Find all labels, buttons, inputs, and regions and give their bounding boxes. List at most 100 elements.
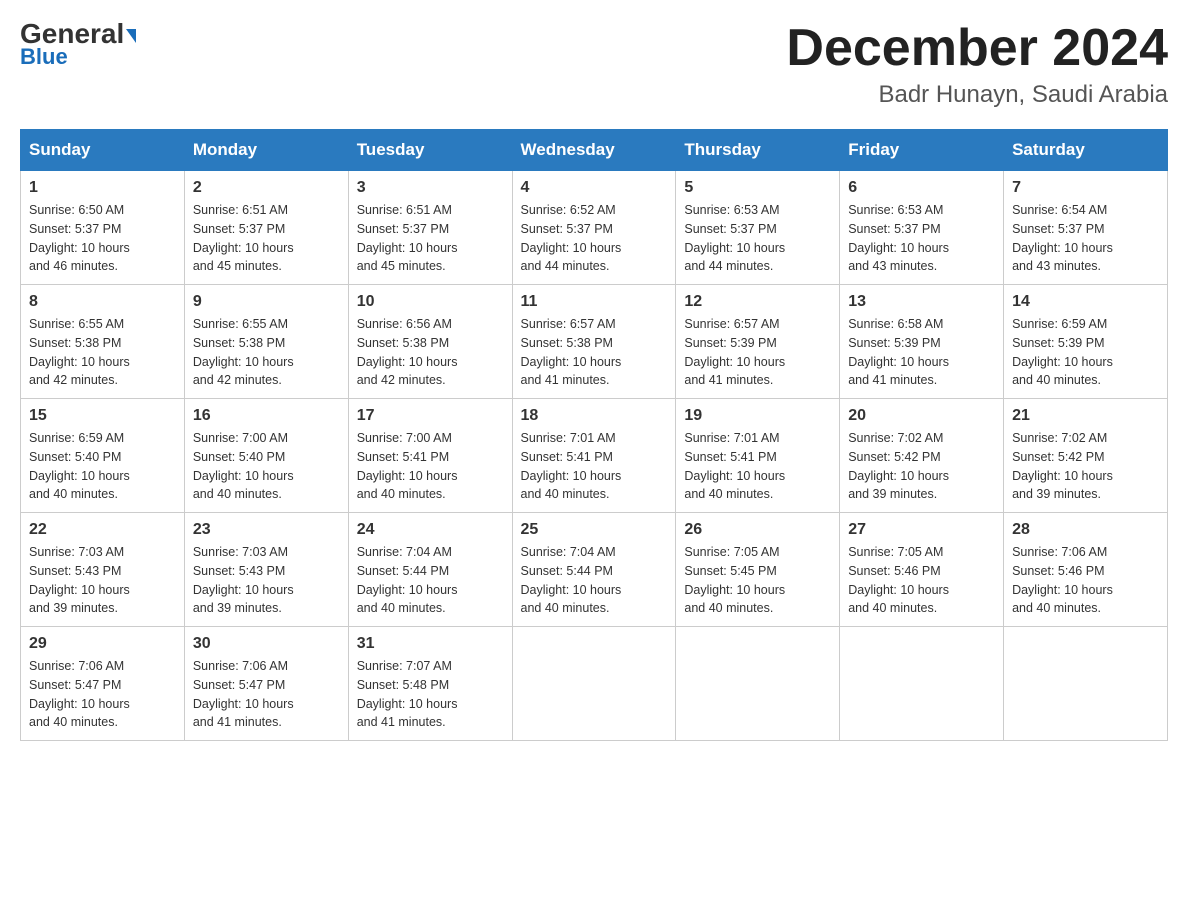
logo-triangle-icon (126, 29, 136, 43)
day-info: Sunrise: 6:54 AMSunset: 5:37 PMDaylight:… (1012, 201, 1159, 276)
day-info: Sunrise: 7:01 AMSunset: 5:41 PMDaylight:… (521, 429, 668, 504)
table-row: 4 Sunrise: 6:52 AMSunset: 5:37 PMDaylight… (512, 171, 676, 285)
day-number: 18 (521, 407, 668, 425)
table-row (676, 627, 840, 741)
table-row: 30 Sunrise: 7:06 AMSunset: 5:47 PMDayligh… (184, 627, 348, 741)
day-number: 31 (357, 635, 504, 653)
table-row: 14 Sunrise: 6:59 AMSunset: 5:39 PMDayligh… (1004, 285, 1168, 399)
day-info: Sunrise: 7:04 AMSunset: 5:44 PMDaylight:… (521, 543, 668, 618)
day-number: 7 (1012, 179, 1159, 197)
table-row: 1 Sunrise: 6:50 AMSunset: 5:37 PMDaylight… (21, 171, 185, 285)
day-number: 3 (357, 179, 504, 197)
table-row (512, 627, 676, 741)
table-row: 26Sunrise: 7:05 AMSunset: 5:45 PMDayligh… (676, 513, 840, 627)
day-number: 24 (357, 521, 504, 539)
table-row: 13Sunrise: 6:58 AMSunset: 5:39 PMDayligh… (840, 285, 1004, 399)
day-info: Sunrise: 6:51 AMSunset: 5:37 PMDaylight:… (193, 201, 340, 276)
day-number: 9 (193, 293, 340, 311)
day-number: 29 (29, 635, 176, 653)
day-info: Sunrise: 7:02 AMSunset: 5:42 PMDaylight:… (848, 429, 995, 504)
day-info: Sunrise: 6:57 AMSunset: 5:39 PMDaylight:… (684, 315, 831, 390)
table-row (840, 627, 1004, 741)
day-info: Sunrise: 6:59 AMSunset: 5:40 PMDaylight:… (29, 429, 176, 504)
day-info: Sunrise: 7:06 AMSunset: 5:47 PMDaylight:… (193, 657, 340, 732)
table-row: 11Sunrise: 6:57 AMSunset: 5:38 PMDayligh… (512, 285, 676, 399)
day-info: Sunrise: 6:58 AMSunset: 5:39 PMDaylight:… (848, 315, 995, 390)
day-info: Sunrise: 7:05 AMSunset: 5:46 PMDaylight:… (848, 543, 995, 618)
day-info: Sunrise: 6:56 AMSunset: 5:38 PMDaylight:… (357, 315, 504, 390)
day-number: 22 (29, 521, 176, 539)
table-row: 2 Sunrise: 6:51 AMSunset: 5:37 PMDaylight… (184, 171, 348, 285)
day-number: 17 (357, 407, 504, 425)
day-info: Sunrise: 7:03 AMSunset: 5:43 PMDaylight:… (29, 543, 176, 618)
header-row: Sunday Monday Tuesday Wednesday Thursday… (21, 130, 1168, 171)
calendar-header: Sunday Monday Tuesday Wednesday Thursday… (21, 130, 1168, 171)
day-number: 15 (29, 407, 176, 425)
table-row: 19 Sunrise: 7:01 AMSunset: 5:41 PMDayligh… (676, 399, 840, 513)
day-number: 12 (684, 293, 831, 311)
day-info: Sunrise: 6:59 AMSunset: 5:39 PMDaylight:… (1012, 315, 1159, 390)
page-header: General Blue December 2024 Badr Hunayn, … (20, 20, 1168, 109)
header-friday: Friday (840, 130, 1004, 171)
calendar-week-5: 29 Sunrise: 7:06 AMSunset: 5:47 PMDayligh… (21, 627, 1168, 741)
title-block: December 2024 Badr Hunayn, Saudi Arabia (786, 20, 1168, 109)
day-info: Sunrise: 7:01 AMSunset: 5:41 PMDaylight:… (684, 429, 831, 504)
table-row: 17 Sunrise: 7:00 AMSunset: 5:41 PMDayligh… (348, 399, 512, 513)
table-row: 10Sunrise: 6:56 AMSunset: 5:38 PMDayligh… (348, 285, 512, 399)
table-row: 5 Sunrise: 6:53 AMSunset: 5:37 PMDaylight… (676, 171, 840, 285)
day-number: 23 (193, 521, 340, 539)
day-info: Sunrise: 7:05 AMSunset: 5:45 PMDaylight:… (684, 543, 831, 618)
day-info: Sunrise: 7:06 AMSunset: 5:47 PMDaylight:… (29, 657, 176, 732)
day-info: Sunrise: 7:02 AMSunset: 5:42 PMDaylight:… (1012, 429, 1159, 504)
day-info: Sunrise: 6:51 AMSunset: 5:37 PMDaylight:… (357, 201, 504, 276)
day-info: Sunrise: 7:07 AMSunset: 5:48 PMDaylight:… (357, 657, 504, 732)
table-row: 21 Sunrise: 7:02 AMSunset: 5:42 PMDayligh… (1004, 399, 1168, 513)
table-row: 18 Sunrise: 7:01 AMSunset: 5:41 PMDayligh… (512, 399, 676, 513)
header-tuesday: Tuesday (348, 130, 512, 171)
header-thursday: Thursday (676, 130, 840, 171)
day-number: 4 (521, 179, 668, 197)
table-row: 23 Sunrise: 7:03 AMSunset: 5:43 PMDayligh… (184, 513, 348, 627)
day-number: 30 (193, 635, 340, 653)
header-sunday: Sunday (21, 130, 185, 171)
table-row: 3 Sunrise: 6:51 AMSunset: 5:37 PMDaylight… (348, 171, 512, 285)
table-row: 22 Sunrise: 7:03 AMSunset: 5:43 PMDayligh… (21, 513, 185, 627)
logo-blue: Blue (20, 44, 68, 70)
day-number: 21 (1012, 407, 1159, 425)
day-number: 27 (848, 521, 995, 539)
logo: General Blue (20, 20, 136, 70)
day-number: 25 (521, 521, 668, 539)
day-number: 28 (1012, 521, 1159, 539)
day-number: 19 (684, 407, 831, 425)
day-number: 20 (848, 407, 995, 425)
day-info: Sunrise: 7:00 AMSunset: 5:41 PMDaylight:… (357, 429, 504, 504)
day-number: 14 (1012, 293, 1159, 311)
day-number: 5 (684, 179, 831, 197)
day-info: Sunrise: 6:57 AMSunset: 5:38 PMDaylight:… (521, 315, 668, 390)
table-row: 27 Sunrise: 7:05 AMSunset: 5:46 PMDayligh… (840, 513, 1004, 627)
day-number: 2 (193, 179, 340, 197)
table-row: 7 Sunrise: 6:54 AMSunset: 5:37 PMDaylight… (1004, 171, 1168, 285)
day-number: 16 (193, 407, 340, 425)
day-number: 1 (29, 179, 176, 197)
day-info: Sunrise: 6:55 AMSunset: 5:38 PMDaylight:… (29, 315, 176, 390)
table-row: 20 Sunrise: 7:02 AMSunset: 5:42 PMDayligh… (840, 399, 1004, 513)
day-info: Sunrise: 6:50 AMSunset: 5:37 PMDaylight:… (29, 201, 176, 276)
month-title: December 2024 (786, 20, 1168, 77)
day-info: Sunrise: 6:52 AMSunset: 5:37 PMDaylight:… (521, 201, 668, 276)
day-info: Sunrise: 6:53 AMSunset: 5:37 PMDaylight:… (684, 201, 831, 276)
day-info: Sunrise: 7:06 AMSunset: 5:46 PMDaylight:… (1012, 543, 1159, 618)
day-info: Sunrise: 6:55 AMSunset: 5:38 PMDaylight:… (193, 315, 340, 390)
table-row: 6Sunrise: 6:53 AMSunset: 5:37 PMDaylight… (840, 171, 1004, 285)
table-row: 28 Sunrise: 7:06 AMSunset: 5:46 PMDayligh… (1004, 513, 1168, 627)
location-title: Badr Hunayn, Saudi Arabia (786, 81, 1168, 109)
day-number: 6 (848, 179, 995, 197)
table-row (1004, 627, 1168, 741)
day-info: Sunrise: 7:04 AMSunset: 5:44 PMDaylight:… (357, 543, 504, 618)
table-row: 31 Sunrise: 7:07 AMSunset: 5:48 PMDayligh… (348, 627, 512, 741)
table-row: 24 Sunrise: 7:04 AMSunset: 5:44 PMDayligh… (348, 513, 512, 627)
header-wednesday: Wednesday (512, 130, 676, 171)
table-row: 25 Sunrise: 7:04 AMSunset: 5:44 PMDayligh… (512, 513, 676, 627)
day-info: Sunrise: 7:03 AMSunset: 5:43 PMDaylight:… (193, 543, 340, 618)
table-row: 12 Sunrise: 6:57 AMSunset: 5:39 PMDayligh… (676, 285, 840, 399)
